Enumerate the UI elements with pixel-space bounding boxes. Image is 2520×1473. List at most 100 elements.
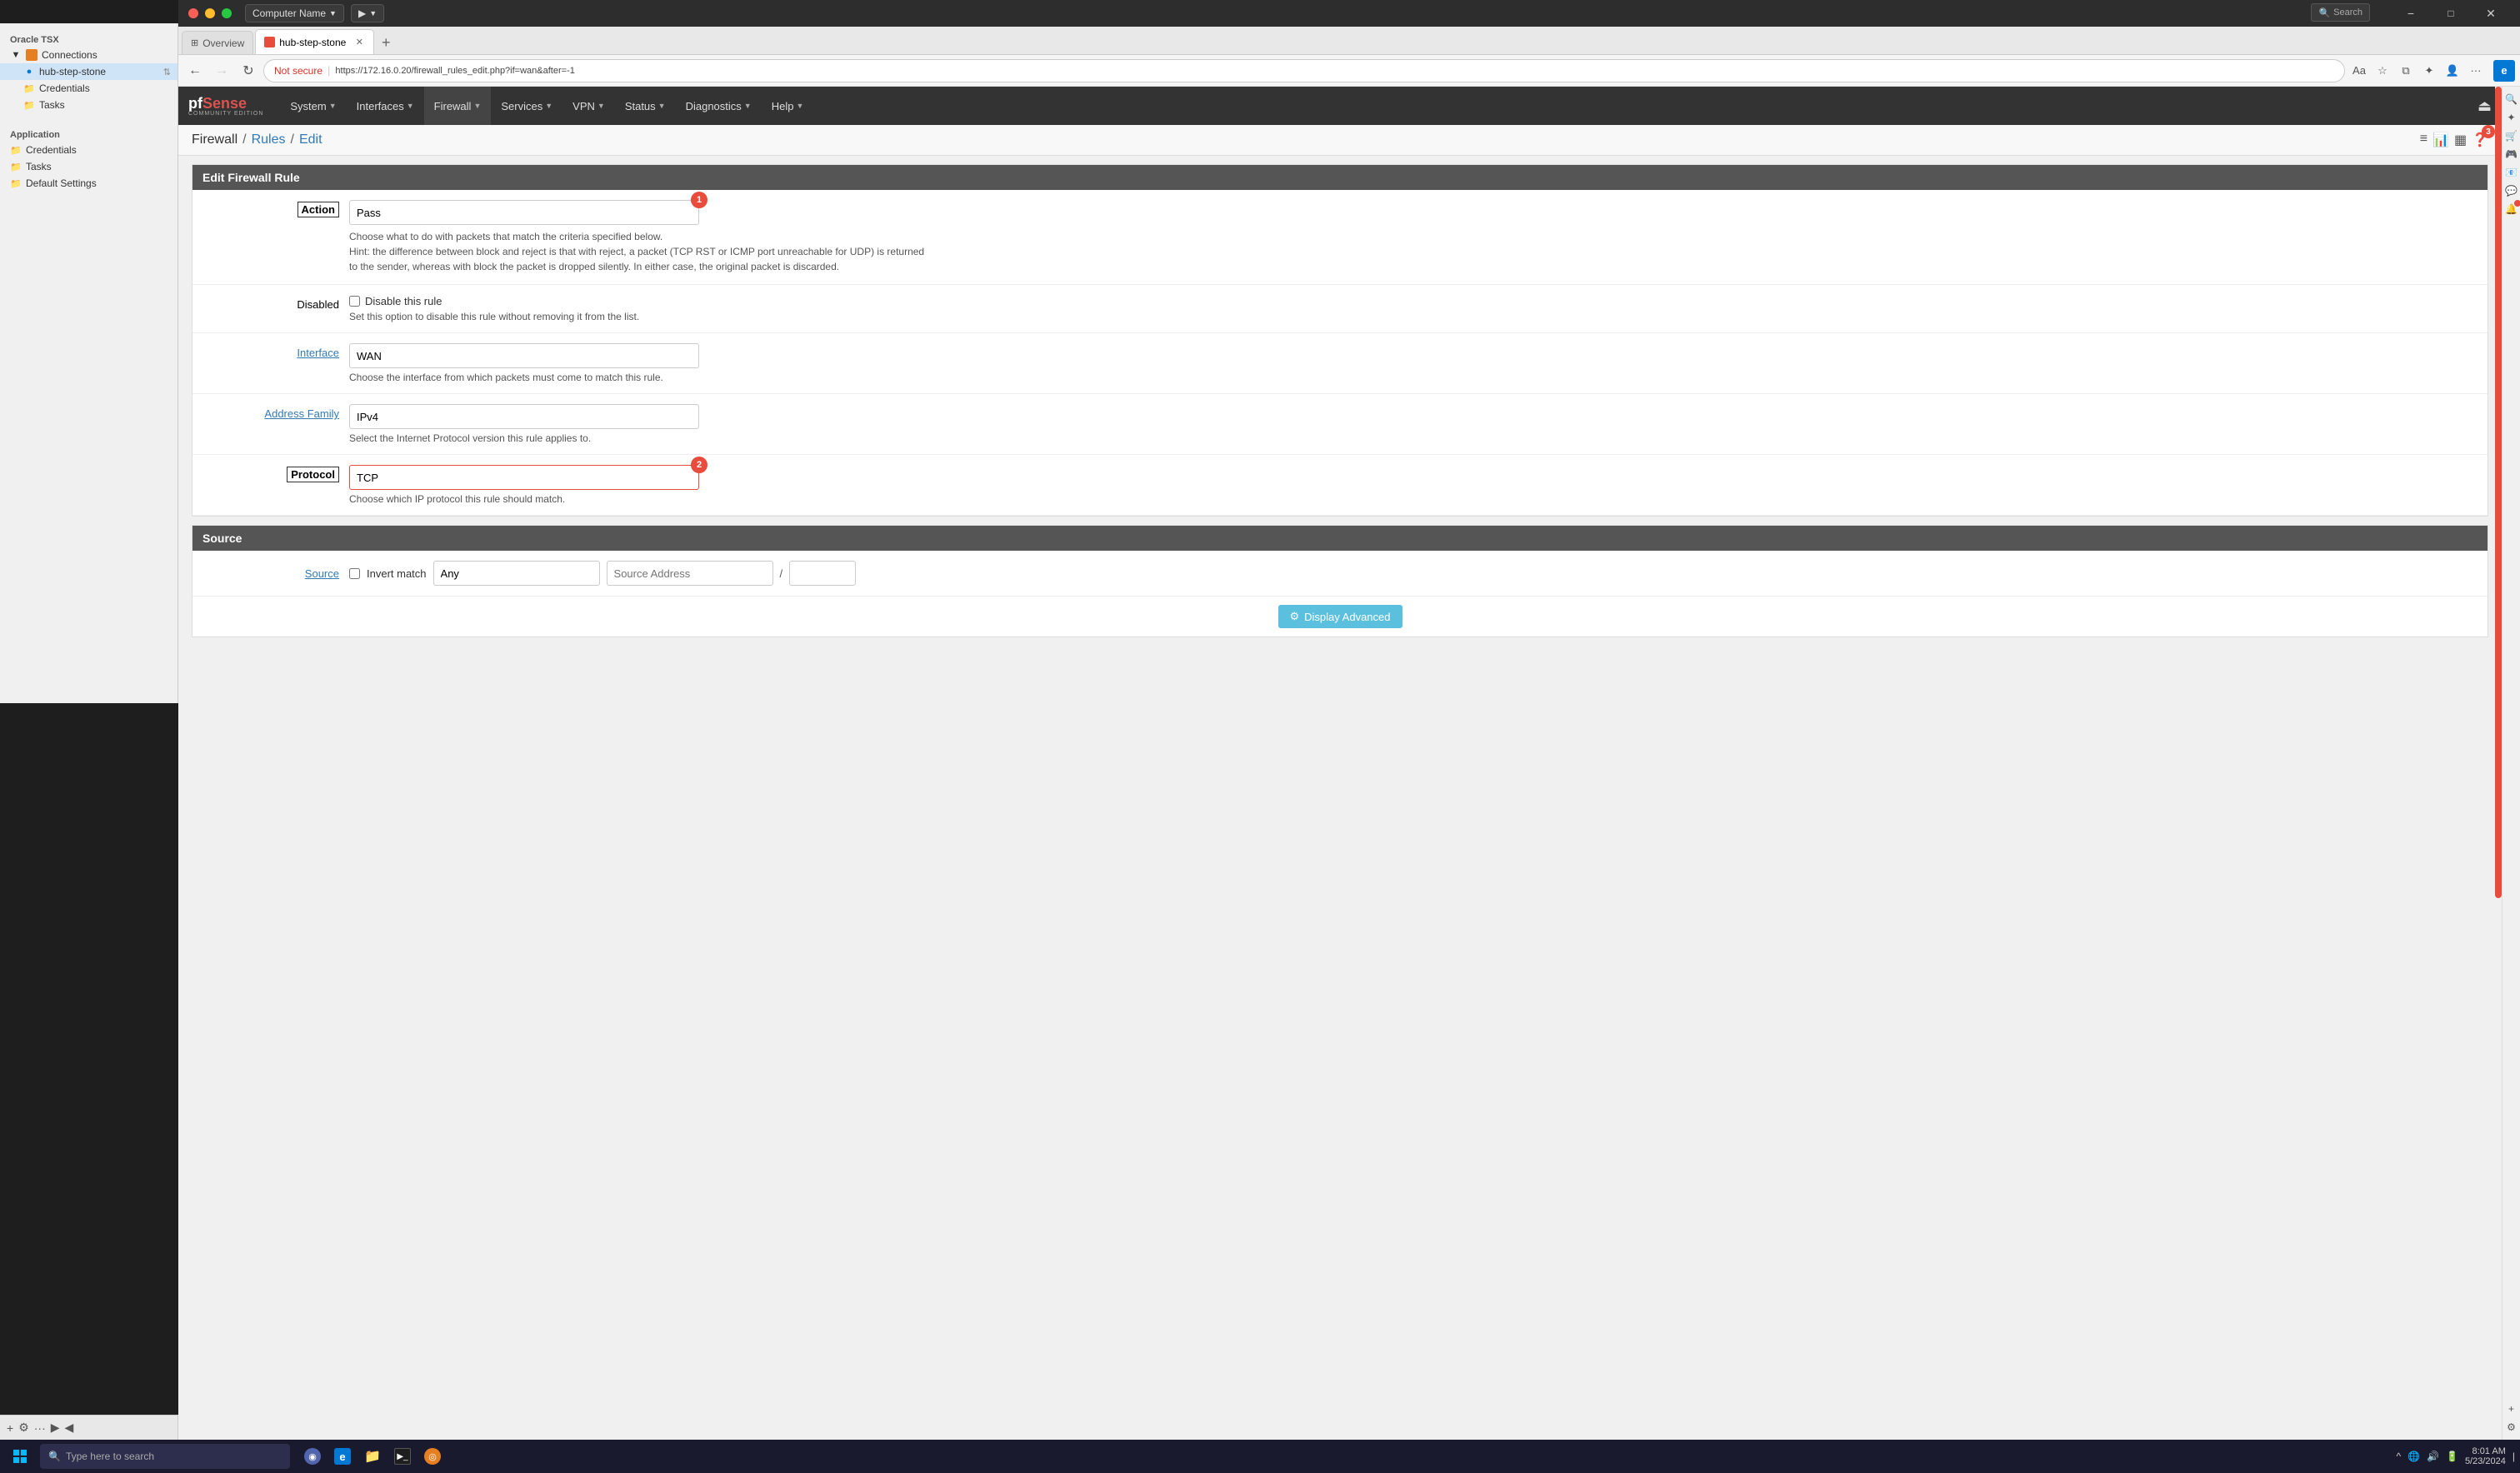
computer-name-dropdown[interactable]: Computer Name ▼	[245, 4, 344, 22]
tab-active-label: hub-step-stone	[279, 37, 346, 48]
systray-network-icon[interactable]: 🌐	[2408, 1451, 2420, 1462]
minimize-button[interactable]: −	[2392, 0, 2430, 27]
tool-chart-icon[interactable]: 📊	[2432, 132, 2449, 148]
traffic-light-green[interactable]	[222, 8, 232, 18]
sidebar-item-default-settings[interactable]: 📁 Default Settings	[0, 175, 178, 192]
systray-up-arrow[interactable]: ^	[2396, 1451, 2401, 1462]
taskbar-search[interactable]: 🔍 Type here to search	[40, 1444, 290, 1469]
sidebar-add-btn[interactable]: +	[2508, 1403, 2514, 1415]
default-settings-icon: 📁	[10, 177, 22, 189]
form-row-interface: Interface WAN LAN LOOPBACK Choose the in…	[192, 333, 2488, 394]
nav-diagnostics[interactable]: Diagnostics ▼	[676, 87, 762, 125]
sidebar-item-tasks[interactable]: 📁 Tasks	[0, 97, 178, 113]
source-type-select[interactable]: Any Single host or alias Network WAN sub…	[433, 561, 600, 586]
nav-logout[interactable]: ⏏	[2478, 97, 2492, 115]
tool-help-icon[interactable]: ❓ 3	[2472, 132, 2488, 148]
sidebar-shopping-icon[interactable]: 🛒	[2505, 130, 2518, 142]
sidebar-games-icon[interactable]: 🎮	[2505, 148, 2518, 160]
tool-filter-icon[interactable]: ≡	[2420, 132, 2428, 148]
sidebar-teams-icon[interactable]: 💬	[2505, 185, 2518, 197]
taskbar-app-explorer[interactable]: 📁	[358, 1442, 387, 1471]
address-family-select[interactable]: IPv4 IPv6 IPv4+IPv6	[349, 404, 699, 429]
new-tab-button[interactable]: +	[374, 31, 398, 54]
protocol-select[interactable]: TCP UDP TCP/UDP ICMP Any	[349, 465, 699, 490]
taskbar-app-orange[interactable]: ◎	[418, 1442, 447, 1471]
form-container: Edit Firewall Rule Action 1 Pass Block R…	[192, 164, 2488, 517]
breadcrumb-edit[interactable]: Edit	[299, 132, 322, 147]
invert-match-checkbox[interactable]	[349, 568, 360, 579]
taskbar-app-terminal[interactable]: ▶_	[388, 1442, 417, 1471]
tab-hub-step-stone[interactable]: hub-step-stone ✕	[255, 29, 374, 54]
close-button[interactable]: ✕	[2472, 0, 2510, 27]
tab-overview-grid-icon: ⊞	[191, 37, 198, 48]
action-select[interactable]: Pass Block Reject	[349, 200, 699, 225]
sidebar-play-icon[interactable]: ▶	[51, 1421, 60, 1435]
refresh-button[interactable]: ↻	[237, 59, 260, 82]
edge-sidebar-icons: e	[2493, 60, 2515, 82]
interface-label-link[interactable]: Interface	[297, 347, 339, 359]
interface-select[interactable]: WAN LAN LOOPBACK	[349, 343, 699, 368]
profile-button[interactable]: 👤	[2442, 60, 2463, 82]
disabled-checkbox[interactable]	[349, 296, 360, 307]
sidebar-settings-icon[interactable]: ⚙	[2507, 1421, 2516, 1433]
favorites-button[interactable]: ☆	[2372, 60, 2393, 82]
form-row-action: Action 1 Pass Block Reject Choose what t…	[192, 190, 2488, 285]
nav-services[interactable]: Services ▼	[491, 87, 562, 125]
protocol-help-text: Choose which IP protocol this rule shoul…	[349, 493, 2474, 505]
tool-table-icon[interactable]: ▦	[2454, 132, 2467, 148]
sidebar-item-credentials[interactable]: 📁 Credentials	[0, 80, 178, 97]
sidebar-settings-icon[interactable]: ⚙	[18, 1421, 29, 1435]
start-button[interactable]	[5, 1441, 35, 1471]
taskbar-app-edge[interactable]: e	[328, 1442, 357, 1471]
tab-active-favicon	[264, 37, 275, 47]
sidebar-outlook-icon[interactable]: 📧	[2505, 167, 2518, 178]
sidebar-item-hub-step-stone[interactable]: ● hub-step-stone ⇅	[0, 63, 178, 80]
clock-time: 8:01 AM	[2472, 1446, 2506, 1456]
systray-battery-icon[interactable]: 🔋	[2446, 1451, 2458, 1462]
sidebar-more-icon[interactable]: ···	[34, 1421, 46, 1435]
gear-icon: ⚙	[1290, 610, 1300, 623]
sidebar-item-connections[interactable]: ▼ Connections	[0, 47, 178, 63]
traffic-light-yellow[interactable]	[205, 8, 215, 18]
sync-icon: ⇅	[163, 67, 171, 77]
nav-help[interactable]: Help ▼	[762, 87, 814, 125]
edge-icon[interactable]: e	[2493, 60, 2515, 82]
extensions-button[interactable]: ···	[2465, 60, 2487, 82]
tab-active-close[interactable]: ✕	[353, 37, 365, 48]
sidebar-prev-icon[interactable]: ◀	[65, 1421, 74, 1435]
sidebar-item-app-credentials[interactable]: 📁 Credentials	[0, 142, 178, 158]
sidebar-add-icon[interactable]: +	[7, 1421, 13, 1435]
tab-overview[interactable]: ⊞ Overview	[182, 31, 253, 54]
source-cidr-select[interactable]: 24 32	[789, 561, 856, 586]
play-dropdown[interactable]: ▶ ▼	[351, 4, 384, 22]
systray-volume-icon[interactable]: 🔊	[2427, 1451, 2439, 1462]
nav-vpn[interactable]: VPN ▼	[562, 87, 615, 125]
forward-button[interactable]: →	[210, 59, 233, 82]
taskbar-app-cortana[interactable]: ◉	[298, 1442, 327, 1471]
source-address-input[interactable]	[607, 561, 773, 586]
sidebar-notification-icon[interactable]: 🔔	[2505, 203, 2518, 215]
traffic-light-red[interactable]	[188, 8, 198, 18]
show-desktop-button[interactable]: |	[2512, 1451, 2515, 1462]
breadcrumb-rules[interactable]: Rules	[252, 132, 286, 147]
nav-interfaces[interactable]: Interfaces ▼	[347, 87, 424, 125]
sidebar-ai-icon[interactable]: ✦	[2507, 112, 2515, 123]
address-family-label-link[interactable]: Address Family	[264, 407, 339, 420]
scrollbar-thumb[interactable]	[2495, 87, 2502, 898]
sidebar-item-app-tasks[interactable]: 📁 Tasks	[0, 158, 178, 175]
top-search[interactable]: 🔍 Search	[2311, 3, 2370, 22]
nav-firewall[interactable]: Firewall ▼	[424, 87, 492, 125]
sidebar-search-icon[interactable]: 🔍	[2505, 93, 2518, 105]
display-advanced-button[interactable]: ⚙ Display Advanced	[1278, 605, 1402, 628]
read-mode-button[interactable]: Aa	[2348, 60, 2370, 82]
browser-fav-button[interactable]: ✦	[2418, 60, 2440, 82]
source-label-link[interactable]: Source	[305, 567, 339, 580]
step-badge-2: 2	[691, 457, 708, 473]
url-bar[interactable]: Not secure | https://172.16.0.20/firewal…	[263, 59, 2345, 82]
nav-system[interactable]: System ▼	[280, 87, 346, 125]
nav-status[interactable]: Status ▼	[615, 87, 676, 125]
split-button[interactable]: ⧉	[2395, 60, 2417, 82]
back-button[interactable]: ←	[183, 59, 207, 82]
maximize-button[interactable]: □	[2432, 0, 2470, 27]
windows-logo	[13, 1450, 27, 1463]
